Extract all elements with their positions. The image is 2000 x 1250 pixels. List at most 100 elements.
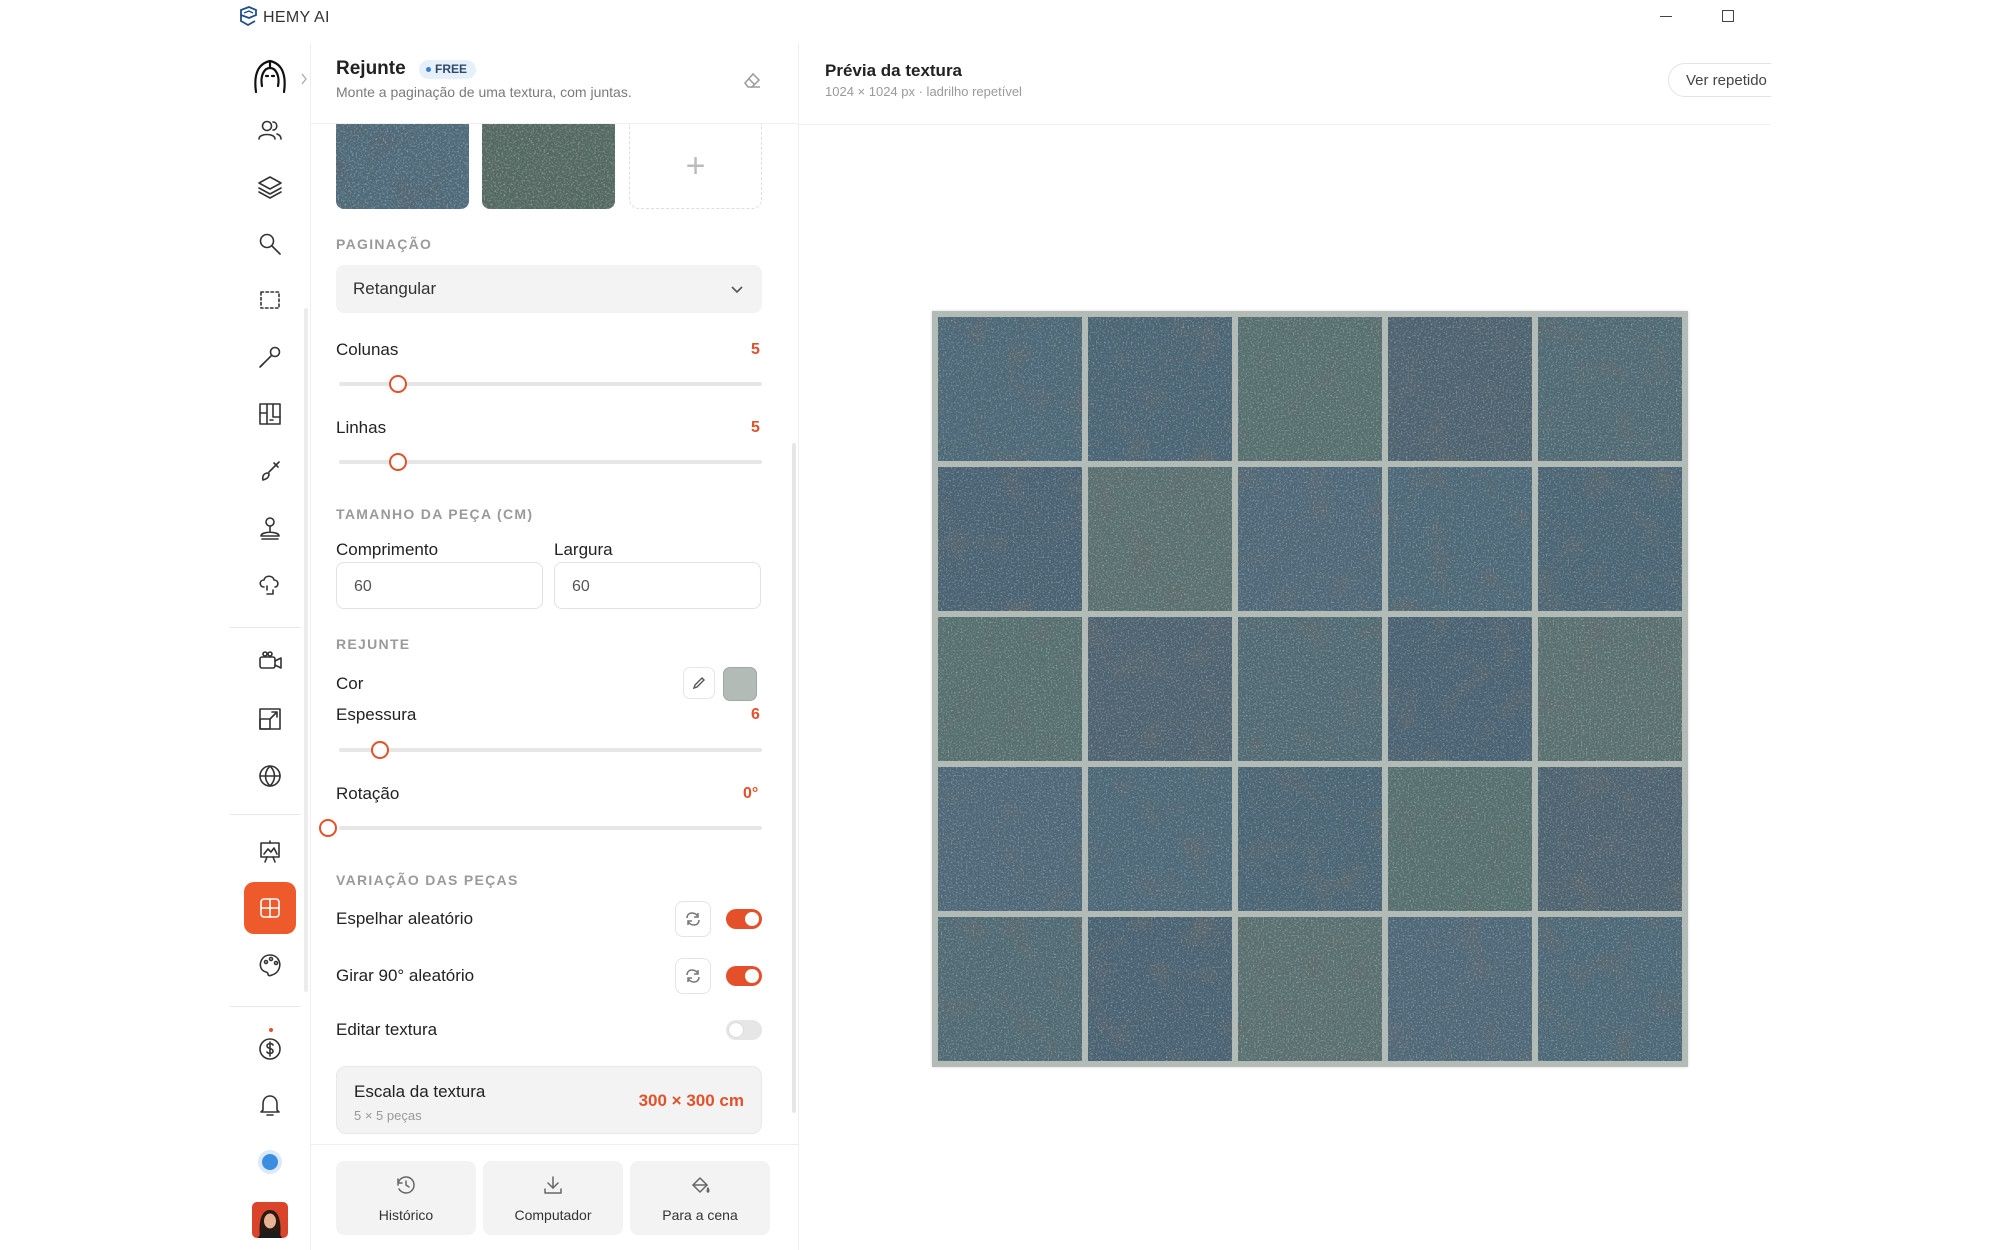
pagination-select[interactable]: Retangular	[336, 265, 762, 313]
columns-slider-thumb[interactable]	[389, 375, 407, 393]
tile	[1388, 317, 1532, 461]
rail-search-button[interactable]	[244, 218, 296, 270]
tile	[1238, 317, 1382, 461]
rail-layers-button[interactable]	[244, 161, 296, 213]
tile	[1238, 917, 1382, 1061]
profile-logo-button[interactable]	[244, 50, 296, 102]
thickness-slider[interactable]	[339, 748, 762, 752]
rail-brush-button[interactable]	[244, 445, 296, 497]
rotate-reshuffle-button[interactable]	[675, 958, 711, 994]
rail-camera-button[interactable]	[244, 636, 296, 688]
bell-icon	[260, 1095, 280, 1116]
add-texture-button[interactable]: +	[629, 124, 762, 209]
rail-presentation-button[interactable]	[244, 826, 296, 878]
rail-select-button[interactable]	[244, 274, 296, 326]
palette-icon	[259, 954, 281, 977]
rotation-label: Rotação	[336, 784, 400, 803]
rotate-random-toggle[interactable]	[726, 966, 762, 986]
stamp-icon	[260, 517, 280, 540]
easel-icon	[260, 840, 280, 863]
rail-globe-button[interactable]	[244, 750, 296, 802]
rail-resize-button[interactable]	[244, 693, 296, 745]
tile	[1238, 767, 1382, 911]
preview-subtitle: 1024 × 1024 px · ladrilho repetível	[825, 84, 1022, 99]
scale-subtitle: 5 × 5 peças	[354, 1108, 422, 1123]
tile	[1088, 767, 1232, 911]
tile	[1238, 467, 1382, 611]
tile	[1538, 767, 1682, 911]
users-icon	[258, 120, 282, 140]
texture-image	[482, 124, 615, 209]
edit-color-button[interactable]	[683, 667, 715, 699]
resize-icon	[259, 708, 281, 730]
grout-color-swatch[interactable]	[723, 667, 757, 701]
plus-icon: +	[685, 146, 706, 185]
scale-value: 300 × 300 cm	[638, 1091, 744, 1110]
tile	[1088, 617, 1232, 761]
notification-dot	[269, 1028, 273, 1032]
rail-tools-button[interactable]	[244, 331, 296, 383]
rail-transfer-button[interactable]	[244, 558, 296, 610]
panel-scrollbar[interactable]	[792, 443, 796, 1113]
selection-icon	[260, 291, 280, 309]
download-icon	[544, 1176, 562, 1194]
texture-preview-canvas[interactable]	[932, 311, 1688, 1067]
reset-button[interactable]	[741, 69, 763, 91]
online-status-icon	[262, 1154, 278, 1170]
width-label: Largura	[554, 540, 613, 559]
rail-credits-button[interactable]	[244, 1022, 296, 1074]
tile	[1088, 917, 1232, 1061]
tile	[1538, 467, 1682, 611]
window-titlebar: HEMY AI	[0, 0, 2000, 36]
tile	[1388, 917, 1532, 1061]
eraser-icon	[744, 72, 761, 88]
tile	[938, 617, 1082, 761]
minimize-button[interactable]	[1658, 8, 1674, 24]
rotation-slider[interactable]	[339, 826, 762, 830]
pagination-select-value: Retangular	[353, 279, 437, 298]
view-repeated-button[interactable]: Ver repetido	[1668, 63, 1788, 97]
width-input[interactable]: 60	[554, 562, 761, 609]
rows-slider-thumb[interactable]	[389, 453, 407, 471]
tile	[1088, 467, 1232, 611]
thickness-value: 6	[751, 706, 760, 723]
video-camera-icon	[259, 651, 282, 669]
status-indicator	[244, 1136, 296, 1188]
edit-texture-toggle[interactable]	[726, 1020, 762, 1040]
rail-palette-button[interactable]	[244, 939, 296, 991]
columns-label: Colunas	[336, 340, 399, 359]
download-computer-button[interactable]: Computador	[483, 1161, 623, 1235]
tile	[938, 767, 1082, 911]
tile	[1388, 617, 1532, 761]
texture-thumbnail-2[interactable]	[482, 124, 615, 209]
send-to-scene-button[interactable]: Para a cena	[630, 1161, 770, 1235]
rail-floorplan-button[interactable]	[244, 388, 296, 440]
avatar	[252, 1202, 288, 1238]
rows-value: 5	[751, 419, 760, 436]
tile	[1388, 467, 1532, 611]
rail-scrollbar[interactable]	[304, 308, 308, 992]
history-button[interactable]: Histórico	[336, 1161, 476, 1235]
history-label: Histórico	[378, 1207, 434, 1223]
variation-section-label: VARIAÇÃO DAS PEÇAS	[336, 872, 519, 888]
edit-texture-label: Editar textura	[336, 1020, 438, 1039]
maximize-button[interactable]	[1722, 10, 1734, 22]
dollar-coin-icon	[259, 1038, 281, 1060]
length-input[interactable]: 60	[336, 562, 543, 609]
thickness-slider-thumb[interactable]	[371, 741, 389, 759]
texture-thumbnail-1[interactable]	[336, 124, 469, 209]
refresh-icon	[686, 969, 700, 983]
length-label: Comprimento	[336, 540, 439, 559]
rail-stamp-button[interactable]	[244, 502, 296, 554]
app-title: HEMY AI	[263, 9, 330, 26]
chevron-right-icon[interactable]	[300, 73, 308, 85]
mirror-random-toggle[interactable]	[726, 909, 762, 929]
user-avatar-button[interactable]	[244, 1194, 296, 1246]
rail-grout-button[interactable]	[244, 882, 296, 934]
rail-notifications-button[interactable]	[244, 1079, 296, 1131]
rotation-slider-thumb[interactable]	[319, 819, 337, 837]
rail-users-button[interactable]	[244, 104, 296, 156]
mirror-reshuffle-button[interactable]	[675, 901, 711, 937]
scale-title: Escala da textura	[354, 1082, 486, 1101]
piece-size-section-label: TAMANHO DA PEÇA (CM)	[336, 506, 534, 522]
